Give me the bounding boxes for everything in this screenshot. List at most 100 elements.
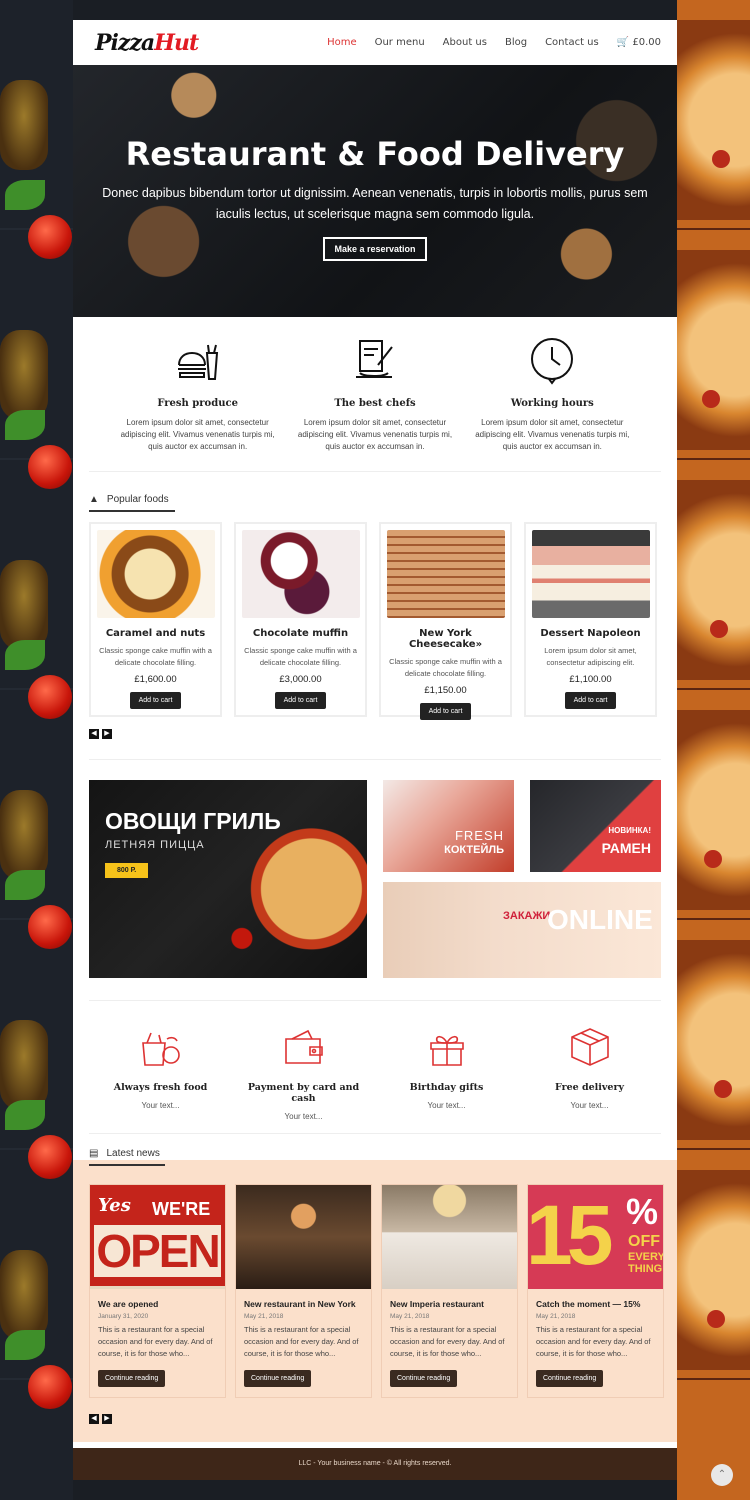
product-image bbox=[242, 530, 360, 618]
news-title: Catch the moment — 15% bbox=[536, 1299, 641, 1309]
oil-bottle-decor bbox=[0, 330, 48, 420]
features-section: Fresh produce Lorem ipsum dolor sit amet… bbox=[89, 317, 661, 472]
service-item: Birthday gifts Your text... bbox=[382, 1025, 512, 1133]
continue-reading-button[interactable]: Continue reading bbox=[98, 1370, 166, 1387]
news-image-text-percent: % bbox=[626, 1191, 659, 1232]
cart-link[interactable]: 🛒 £0.00 bbox=[617, 37, 661, 48]
banner-cocktail-text: КОКТЕЙЛЬ bbox=[444, 844, 504, 856]
left-background-decor bbox=[0, 0, 73, 1500]
tomato-decor bbox=[28, 675, 72, 719]
service-text: Your text... bbox=[141, 1101, 180, 1110]
news-date: January 31, 2020 bbox=[98, 1313, 149, 1320]
news-card[interactable]: 15 % OFF EVERY THING Catch the moment — … bbox=[527, 1184, 664, 1398]
service-item: Always fresh food Your text... bbox=[96, 1025, 226, 1133]
news-card[interactable]: New restaurant in New York May 21, 2018 … bbox=[235, 1184, 372, 1398]
banner-price-tag: 800 Р. bbox=[105, 863, 149, 878]
product-price: £1,600.00 bbox=[134, 674, 177, 685]
latest-news-heading: ▤ Latest news bbox=[89, 1148, 165, 1166]
product-card[interactable]: Chocolate muffin Classic sponge cake muf… bbox=[234, 522, 367, 717]
nav-blog[interactable]: Blog bbox=[505, 37, 527, 48]
logo-text-hut: Hut bbox=[154, 29, 199, 56]
chef-tools-icon bbox=[355, 340, 393, 378]
next-arrow-icon[interactable]: ▶ bbox=[102, 1414, 112, 1424]
products-carousel: Caramel and nuts Classic sponge cake muf… bbox=[89, 522, 661, 720]
cart-total: £0.00 bbox=[632, 37, 661, 48]
right-background-decor bbox=[677, 0, 750, 1500]
product-card[interactable]: Caramel and nuts Classic sponge cake muf… bbox=[89, 522, 222, 717]
services-section: Always fresh food Your text... Payment b… bbox=[89, 1000, 661, 1134]
logo-text-pizza: Pizza bbox=[95, 29, 155, 56]
basil-leaf-decor bbox=[5, 870, 45, 900]
service-text: Your text... bbox=[427, 1101, 466, 1110]
tomato-decor bbox=[28, 445, 72, 489]
pizza-decor bbox=[677, 710, 750, 910]
news-date: May 21, 2018 bbox=[390, 1313, 430, 1320]
prev-arrow-icon[interactable]: ◀ bbox=[89, 729, 99, 739]
reservation-button[interactable]: Make a reservation bbox=[323, 237, 427, 261]
banner-online-text: ONLINE bbox=[547, 904, 653, 935]
site-header: PizzaHut Home Our menu About us Blog Con… bbox=[73, 20, 677, 65]
news-card-body: New restaurant in New York May 21, 2018 … bbox=[236, 1299, 371, 1387]
banner-order-text: ЗАКАЖИ bbox=[503, 910, 551, 922]
oil-bottle-decor bbox=[0, 1250, 48, 1340]
nav-our-menu[interactable]: Our menu bbox=[375, 37, 425, 48]
tomato-decor bbox=[28, 215, 72, 259]
prev-arrow-icon[interactable]: ◀ bbox=[89, 1414, 99, 1424]
banner-ramen[interactable]: НОВИНКА! РАМЕН bbox=[530, 780, 661, 872]
pizza-slice-icon: ▲ bbox=[89, 494, 99, 505]
news-excerpt: This is a restaurant for a special occas… bbox=[390, 1325, 505, 1358]
feature-item: The best chefs Lorem ipsum dolor sit ame… bbox=[290, 335, 460, 471]
add-to-cart-button[interactable]: Add to cart bbox=[274, 692, 327, 709]
pizza-decor bbox=[677, 480, 750, 680]
hero-title: Restaurant & Food Delivery bbox=[125, 135, 625, 173]
continue-reading-button[interactable]: Continue reading bbox=[536, 1370, 604, 1387]
nav-contact-us[interactable]: Contact us bbox=[545, 37, 599, 48]
pizza-decor bbox=[677, 1170, 750, 1370]
latest-news-section: ▤ Latest news Yes WE'RE OPEN We are open… bbox=[73, 1148, 677, 1442]
feature-title: The best chefs bbox=[334, 398, 416, 409]
pepperoni-decor bbox=[702, 390, 720, 408]
add-to-cart-button[interactable]: Add to cart bbox=[419, 703, 472, 720]
tomato-decor bbox=[28, 905, 72, 949]
next-arrow-icon[interactable]: ▶ bbox=[102, 729, 112, 739]
oil-bottle-decor bbox=[0, 790, 48, 880]
feature-text: Lorem ipsum dolor sit amet, consectetur … bbox=[120, 418, 275, 451]
continue-reading-button[interactable]: Continue reading bbox=[390, 1370, 458, 1387]
newspaper-icon: ▤ bbox=[89, 1148, 99, 1159]
feature-item: Fresh produce Lorem ipsum dolor sit amet… bbox=[113, 335, 283, 471]
banner-grill-pizza[interactable]: ОВОЩИ ГРИЛЬ ЛЕТНЯЯ ПИЦЦА 800 Р. bbox=[89, 780, 367, 978]
product-name: New York Cheesecake» bbox=[408, 628, 483, 650]
footer-copyright: LLC - Your business name - © All rights … bbox=[298, 1460, 452, 1467]
nav-about-us[interactable]: About us bbox=[443, 37, 487, 48]
nav-home[interactable]: Home bbox=[327, 37, 357, 48]
news-image-text-yes: Yes bbox=[98, 1195, 131, 1216]
oil-bottle-decor bbox=[0, 80, 48, 170]
banner-ramen-text: РАМЕН bbox=[601, 840, 651, 856]
site-logo[interactable]: PizzaHut bbox=[95, 29, 199, 56]
add-to-cart-button[interactable]: Add to cart bbox=[564, 692, 617, 709]
news-title: New Imperia restaurant bbox=[390, 1299, 485, 1309]
news-excerpt: This is a restaurant for a special occas… bbox=[98, 1325, 213, 1358]
pepperoni-decor bbox=[710, 620, 728, 638]
latest-news-title: Latest news bbox=[106, 1148, 160, 1159]
news-image bbox=[236, 1185, 371, 1289]
banner-fresh-cocktail[interactable]: FRESH КОКТЕЙЛЬ bbox=[383, 780, 514, 872]
continue-reading-button[interactable]: Continue reading bbox=[244, 1370, 312, 1387]
news-card-body: Catch the moment — 15% May 21, 2018 This… bbox=[528, 1299, 663, 1387]
service-title: Payment by card and cash bbox=[247, 1082, 360, 1104]
scroll-to-top-button[interactable]: ⌃ bbox=[711, 1464, 733, 1486]
feature-title: Fresh produce bbox=[157, 398, 238, 409]
service-text: Your text... bbox=[570, 1101, 609, 1110]
news-card[interactable]: New Imperia restaurant May 21, 2018 This… bbox=[381, 1184, 518, 1398]
banner-order-online[interactable]: ЗАКАЖИ ONLINE bbox=[383, 882, 661, 978]
product-card[interactable]: Dessert Napoleon Lorem ipsum dolor sit a… bbox=[524, 522, 657, 717]
product-card[interactable]: New York Cheesecake» Classic sponge cake… bbox=[379, 522, 512, 720]
product-price: £1,100.00 bbox=[569, 674, 612, 685]
news-carousel: Yes WE'RE OPEN We are opened January 31,… bbox=[89, 1184, 664, 1398]
pepperoni-decor bbox=[704, 850, 722, 868]
feature-title: Working hours bbox=[510, 398, 594, 409]
news-card[interactable]: Yes WE'RE OPEN We are opened January 31,… bbox=[89, 1184, 226, 1398]
add-to-cart-button[interactable]: Add to cart bbox=[129, 692, 182, 709]
news-date: May 21, 2018 bbox=[244, 1313, 284, 1320]
news-image bbox=[382, 1185, 517, 1289]
